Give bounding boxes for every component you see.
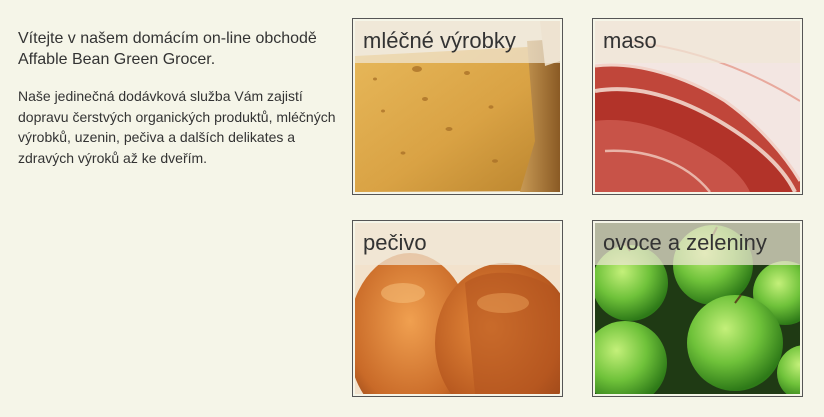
welcome-text: Vítejte v našem domácím on-line obchodě … bbox=[18, 30, 317, 68]
intro-section: Vítejte v našem domácím on-line obchodě … bbox=[18, 28, 336, 168]
service-description: Naše jedinečná dodávková služba Vám zaji… bbox=[18, 88, 336, 166]
category-label-bakery[interactable]: pečivo bbox=[355, 223, 560, 265]
category-label-meat[interactable]: maso bbox=[595, 21, 800, 63]
category-tile-produce[interactable]: ovoce a zeleniny bbox=[592, 220, 803, 397]
category-label-produce[interactable]: ovoce a zeleniny bbox=[595, 223, 800, 265]
category-tile-bakery[interactable]: pečivo bbox=[352, 220, 563, 397]
category-label-dairy[interactable]: mléčné výrobky bbox=[355, 21, 560, 63]
category-tile-dairy[interactable]: mléčné výrobky bbox=[352, 18, 563, 195]
category-tile-meat[interactable]: maso bbox=[592, 18, 803, 195]
